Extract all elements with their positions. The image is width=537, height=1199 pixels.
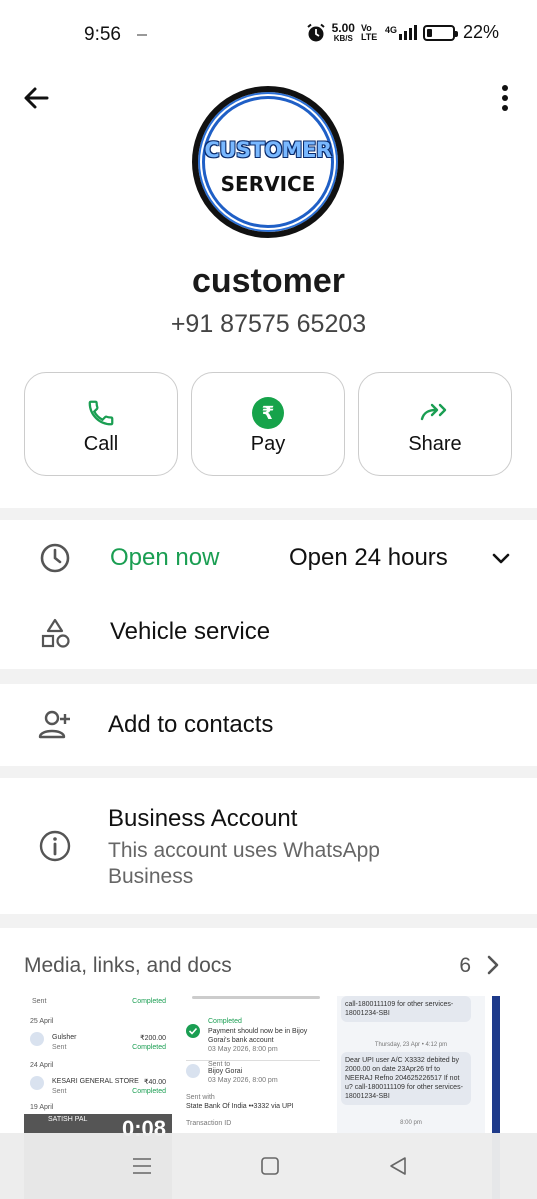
business-account-desc: This account uses WhatsApp Business bbox=[108, 839, 380, 888]
category-label: Vehicle service bbox=[110, 618, 271, 645]
more-options-icon[interactable] bbox=[493, 82, 517, 114]
share-icon bbox=[420, 403, 447, 421]
pay-label: Pay bbox=[250, 433, 286, 455]
alarm-icon bbox=[306, 23, 325, 41]
business-account-card[interactable]: Business Account This account uses Whats… bbox=[0, 778, 537, 914]
share-button[interactable]: Share bbox=[358, 372, 512, 476]
avatar-text-bottom: SERVICE bbox=[220, 172, 316, 196]
avatar[interactable]: CUSTOMER SERVICE bbox=[192, 86, 344, 238]
add-person-icon bbox=[38, 710, 70, 739]
avatar-text-top: CUSTOMER bbox=[204, 138, 332, 162]
open-status: Open now bbox=[110, 544, 220, 571]
media-count: 6 bbox=[459, 954, 471, 977]
chevron-right-icon[interactable] bbox=[485, 954, 501, 976]
business-info-card: Open now Open 24 hours Vehicle service bbox=[0, 520, 537, 669]
status-time: 9:56 bbox=[84, 24, 121, 45]
battery-percent: 22% bbox=[462, 22, 499, 42]
business-account-title: Business Account bbox=[108, 805, 298, 832]
back-nav-icon[interactable] bbox=[387, 1155, 409, 1177]
home-icon[interactable] bbox=[259, 1155, 281, 1177]
add-contacts-label: Add to contacts bbox=[108, 711, 274, 738]
call-label: Call bbox=[83, 433, 119, 455]
phone-icon bbox=[88, 400, 114, 426]
contact-phone: +91 87575 65203 bbox=[170, 310, 367, 338]
back-arrow-icon[interactable] bbox=[20, 82, 52, 114]
check-circle-icon bbox=[186, 1024, 200, 1038]
open-hours: Open 24 hours bbox=[289, 544, 448, 571]
rupee-icon: ₹ bbox=[252, 397, 284, 429]
pay-button[interactable]: ₹ Pay bbox=[191, 372, 345, 476]
volte-icon: Vo LTE bbox=[360, 22, 378, 42]
info-icon bbox=[39, 830, 71, 862]
status-bar: 9:56 5.00 KB/S Vo LTE 4G 22% bbox=[0, 0, 537, 66]
hours-row[interactable]: Open now Open 24 hours bbox=[0, 520, 537, 596]
shapes-icon bbox=[41, 618, 70, 648]
media-title[interactable]: Media, links, and docs bbox=[24, 954, 232, 978]
call-button[interactable]: Call bbox=[24, 372, 178, 476]
add-contacts-card[interactable]: Add to contacts bbox=[0, 684, 537, 766]
clock-icon bbox=[40, 543, 70, 573]
notification-icon bbox=[137, 34, 147, 36]
network-speed: 5.00 KB/S bbox=[331, 21, 355, 43]
share-label: Share bbox=[408, 433, 462, 455]
battery-icon bbox=[422, 24, 458, 41]
contact-name: customer bbox=[191, 262, 346, 300]
chevron-down-icon[interactable] bbox=[490, 548, 512, 568]
signal-icon: 4G bbox=[385, 25, 417, 40]
contact-header: CUSTOMER SERVICE customer +91 87575 6520… bbox=[0, 66, 537, 508]
recents-icon[interactable] bbox=[131, 1156, 153, 1176]
system-nav-bar bbox=[0, 1133, 537, 1199]
svg-text:₹: ₹ bbox=[262, 403, 275, 424]
category-row: Vehicle service bbox=[0, 596, 537, 669]
